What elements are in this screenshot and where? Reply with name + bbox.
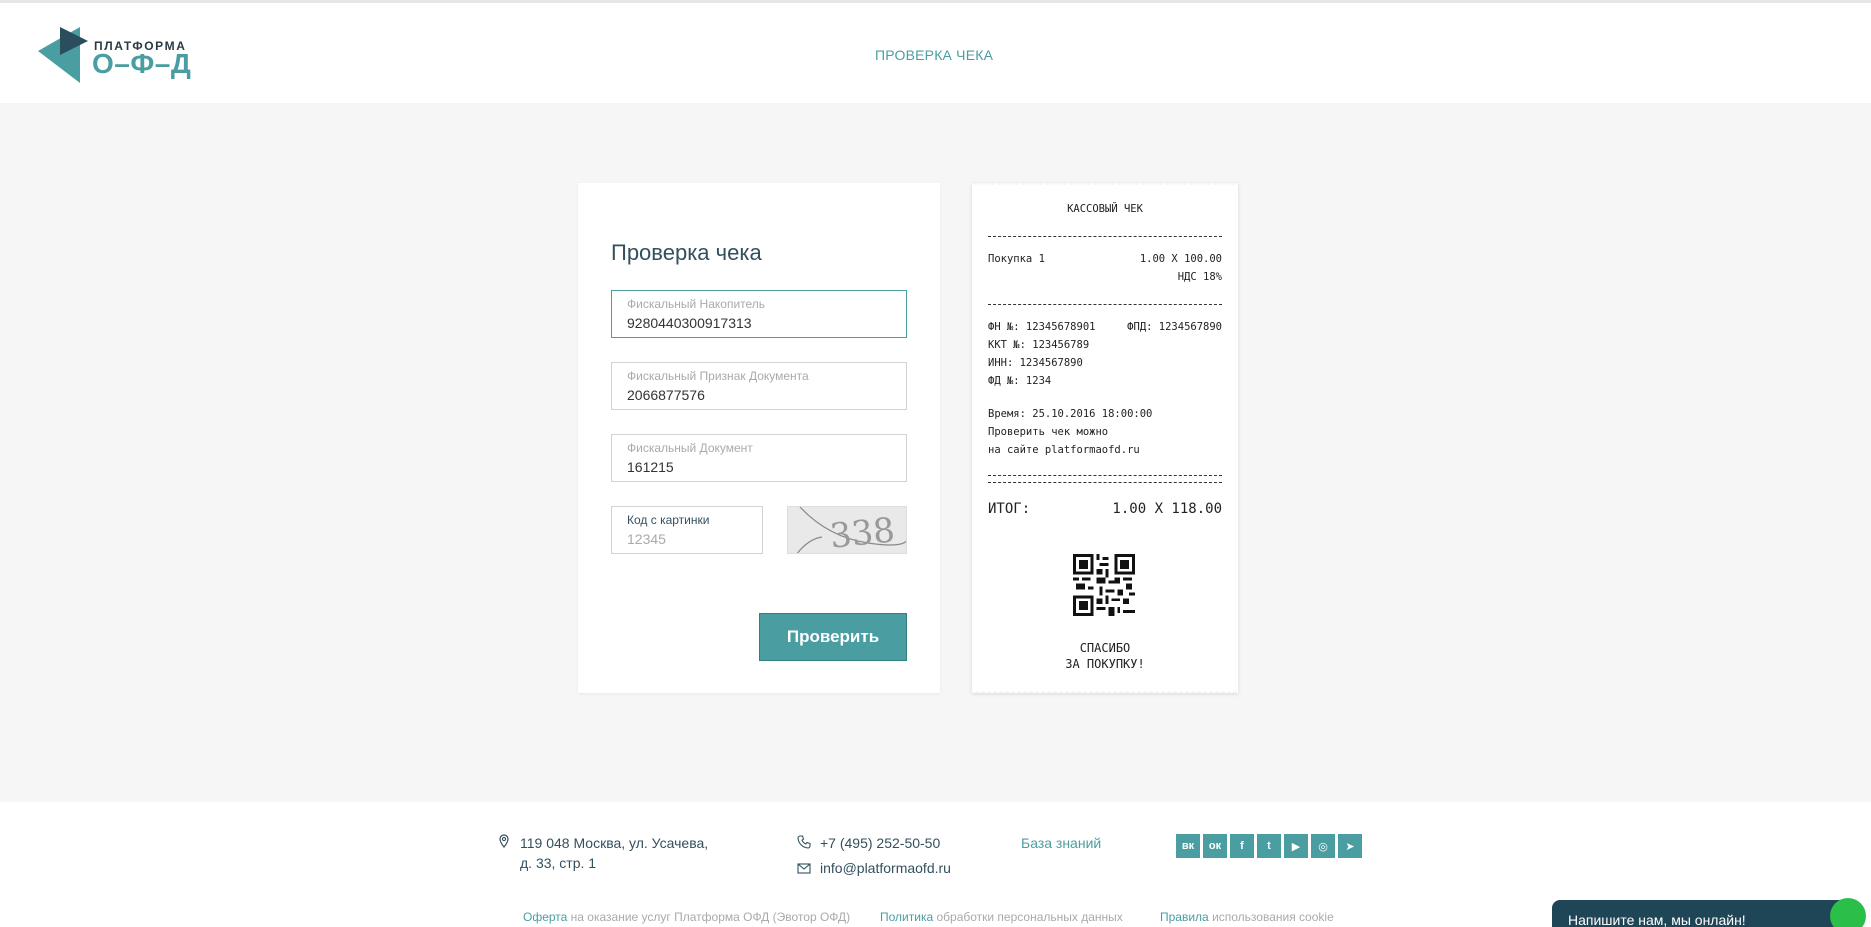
vk-icon[interactable]: вк [1176, 834, 1200, 858]
fd-input[interactable] [627, 459, 887, 475]
mail-icon [797, 863, 811, 874]
receipt-item-name: Покупка 1 [988, 253, 1045, 265]
chat-label: Напишите нам, мы онлайн! [1568, 912, 1746, 927]
receipt-thanks2: ЗА ПОКУПКУ! [1065, 657, 1145, 671]
receipt-kkt: ККТ №: 123456789 [988, 339, 1090, 351]
receipt-title: КАССОВЫЙ ЧЕК [1067, 203, 1143, 215]
fn-label: Фискальный Накопитель [627, 297, 766, 311]
rules-link[interactable]: Правила [1160, 910, 1209, 924]
youtube-icon[interactable]: ▶ [1284, 834, 1308, 858]
receipt-fd: ФД №: 1234 [988, 375, 1052, 387]
captcha-image[interactable]: 338 [787, 506, 907, 554]
fpd-label: Фискальный Признак Документа [627, 369, 809, 383]
footer-rules: Правила использования cookie [1160, 910, 1334, 924]
fn-field[interactable]: Фискальный Накопитель [611, 290, 907, 338]
receipt-divider [988, 482, 1222, 483]
receipt-divider [988, 236, 1222, 237]
receipt-item-vat: НДС 18% [1177, 271, 1222, 283]
footer-address-line1: 119 048 Москва, ул. Усачева, [520, 835, 709, 851]
receipt-total-value: 1.00 X 118.00 [1112, 501, 1222, 517]
check-form-card: Проверка чека Фискальный Накопитель Фиск… [578, 183, 940, 693]
captcha-field[interactable]: Код с картинки [611, 506, 763, 554]
receipt-preview: КАССОВЫЙ ЧЕК Покупка 1 1.00 X 100.00 НДС… [972, 183, 1238, 693]
location-pin-icon [499, 834, 509, 848]
captcha-label: Код с картинки [627, 513, 710, 527]
social-links: вк ок f t ▶ ◎ ➤ [1176, 834, 1362, 858]
chat-widget[interactable]: Напишите нам, мы онлайн! [1552, 898, 1866, 927]
online-status-icon [1830, 898, 1866, 927]
twitter-icon[interactable]: t [1257, 834, 1281, 858]
form-title: Проверка чека [611, 240, 762, 265]
footer-phone-link[interactable]: +7 (495) 252-50-50 [820, 835, 940, 851]
check-button[interactable]: Проверить [759, 613, 907, 661]
captcha-input[interactable] [627, 531, 747, 547]
odnoklassniki-icon[interactable]: ок [1203, 834, 1227, 858]
phone-icon [797, 835, 811, 849]
site-header: ПЛАТФОРМА О–Ф–Д ПРОВЕРКА ЧЕКА [0, 0, 1871, 103]
rules-text: использования cookie [1208, 910, 1334, 924]
logo-text-bottom: О–Ф–Д [92, 48, 192, 79]
receipt-item-price: 1.00 X 100.00 [1139, 253, 1222, 265]
receipt-inn: ИНН: 1234567890 [988, 357, 1083, 369]
receipt-divider [988, 304, 1222, 305]
instagram-icon[interactable]: ◎ [1311, 834, 1335, 858]
receipt-total-label: ИТОГ: [988, 501, 1031, 517]
nav-check-receipt[interactable]: ПРОВЕРКА ЧЕКА [875, 47, 993, 63]
footer-email-link[interactable]: info@platformaofd.ru [820, 860, 951, 876]
receipt-fn: ФН №: 12345678901 [988, 321, 1096, 333]
qr-code-icon [1073, 554, 1135, 616]
receipt-check-line1: Проверить чек можно [988, 426, 1109, 438]
receipt-time: Время: 25.10.2016 18:00:00 [988, 408, 1153, 420]
facebook-icon[interactable]: f [1230, 834, 1254, 858]
footer-knowledge-base-link[interactable]: База знаний [1021, 835, 1101, 851]
fd-field[interactable]: Фискальный Документ [611, 434, 907, 482]
offer-text: на оказание услуг Платформа ОФД (Эвотор … [567, 910, 851, 924]
footer-policy: Политика обработки персональных данных [880, 910, 1123, 924]
receipt-check-line2: на сайте platformaofd.ru [988, 444, 1140, 456]
offer-link[interactable]: Оферта [523, 910, 567, 924]
captcha-digits: 338 [828, 510, 897, 554]
fpd-input[interactable] [627, 387, 887, 403]
fpd-field[interactable]: Фискальный Признак Документа [611, 362, 907, 410]
receipt-thanks1: СПАСИБО [1079, 641, 1131, 655]
receipt-fpd: ФПД: 1234567890 [1127, 321, 1222, 333]
fn-input[interactable] [627, 315, 887, 331]
policy-link[interactable]: Политика [880, 910, 933, 924]
policy-text: обработки персональных данных [933, 910, 1123, 924]
fd-label: Фискальный Документ [627, 441, 753, 455]
receipt-divider [988, 475, 1222, 476]
footer-offer: Оферта на оказание услуг Платформа ОФД (… [523, 910, 850, 924]
telegram-icon[interactable]: ➤ [1338, 834, 1362, 858]
footer-address-line2: д. 33, стр. 1 [520, 855, 597, 871]
